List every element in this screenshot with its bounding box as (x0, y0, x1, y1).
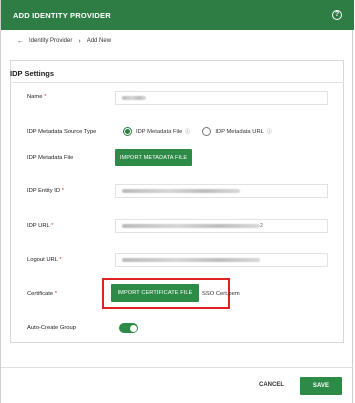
entity-id-input[interactable] (115, 184, 328, 198)
certificate-label: Certificate * (27, 291, 57, 297)
radio-metadata-file[interactable] (123, 127, 132, 136)
breadcrumb-link-identity-provider[interactable]: Identity Provider (29, 38, 72, 44)
dialog-title: ADD IDENTITY PROVIDER (13, 10, 111, 20)
info-icon: ⓘ (266, 129, 272, 135)
name-label: Name * (27, 94, 47, 100)
import-certificate-file-button[interactable]: IMPORT CERTIFICATE FILE (111, 284, 199, 302)
name-input[interactable] (115, 91, 328, 105)
import-metadata-file-button[interactable]: IMPORT METADATA FILE (115, 149, 192, 166)
chevron-right-icon: › (78, 37, 81, 45)
info-icon: ⓘ (185, 129, 191, 135)
metadata-file-label: IDP Metadata File (27, 155, 74, 161)
divider (10, 82, 344, 83)
radio-metadata-url[interactable] (202, 127, 212, 136)
breadcrumb-current: Add New (86, 38, 112, 44)
card-title: IDP Settings (10, 69, 55, 78)
save-button[interactable]: SAVE (300, 377, 342, 395)
dialog-header: ADD IDENTITY PROVIDER ? (1, 0, 354, 30)
certificate-file-name: SSO Cert.pem (202, 291, 240, 297)
radio-metadata-url-label[interactable]: IDP Metadata URL (215, 129, 264, 135)
auto-create-group-label: Auto-Create Group (27, 325, 76, 331)
radio-metadata-file-label[interactable]: IDP Metadata File (136, 129, 182, 135)
idp-url-input[interactable]: 2 (115, 219, 328, 233)
back-arrow-icon[interactable]: ← (17, 38, 24, 45)
idp-url-label: IDP URL * (27, 223, 54, 229)
help-icon[interactable]: ? (332, 10, 342, 20)
breadcrumb: ← Identity Provider › Add New (17, 36, 111, 46)
footer-divider (1, 367, 354, 368)
entity-id-label: IDP Entity ID * (27, 188, 64, 194)
dialog: ADD IDENTITY PROVIDER ? ← Identity Provi… (0, 0, 354, 403)
auto-create-group-toggle[interactable] (119, 323, 138, 333)
metadata-source-label: IDP Metadata Source Type (27, 129, 97, 135)
logout-url-input[interactable] (115, 253, 328, 267)
cancel-button[interactable]: CANCEL (259, 382, 284, 388)
metadata-source-radio-group: IDP Metadata File ⓘ IDP Metadata URL ⓘ (123, 127, 272, 136)
logout-url-label: Logout URL * (27, 257, 62, 263)
